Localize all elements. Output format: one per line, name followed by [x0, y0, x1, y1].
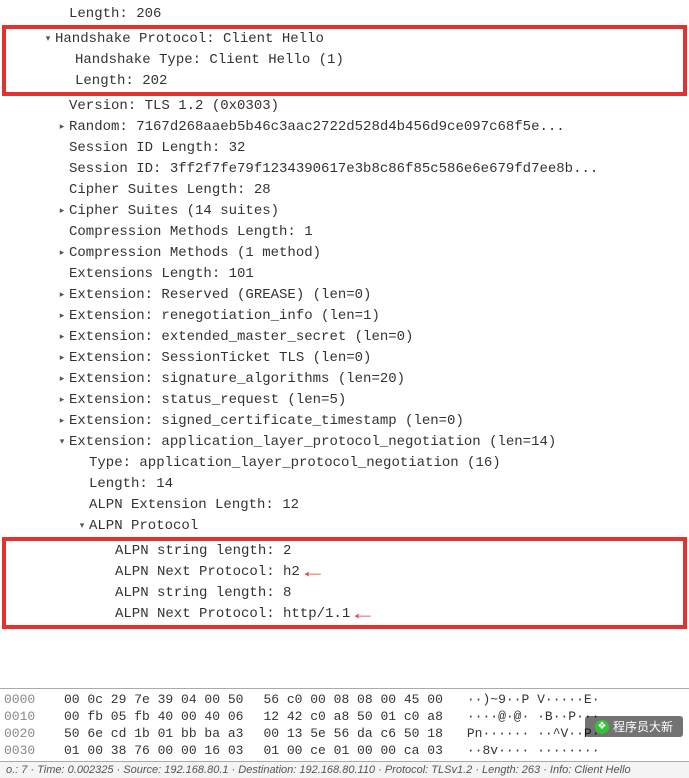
expand-icon[interactable]: ▸: [55, 327, 69, 348]
arrow-icon: ←: [296, 568, 321, 578]
hex-bytes: 01 00 38 76 00 00 16 03: [44, 742, 243, 759]
hex-ascii: ··)~9··P V·····E·: [443, 691, 600, 708]
expand-icon[interactable]: ▸: [55, 285, 69, 306]
alpn-length: ▸Length: 14: [0, 474, 689, 495]
hex-ascii: ····@·@· ·B··P···: [443, 708, 600, 725]
session-id: ▸Session ID: 3ff2f7fe79f1234390617e3b8c8…: [0, 159, 689, 180]
extension-sigalgs[interactable]: ▸Extension: signature_algorithms (len=20…: [0, 369, 689, 390]
hex-bytes: 56 c0 00 08 08 00 45 00: [243, 691, 442, 708]
extension-sct[interactable]: ▸Extension: signed_certificate_timestamp…: [0, 411, 689, 432]
handshake-length: ▸Length: 202: [6, 71, 683, 92]
expand-icon[interactable]: ▸: [55, 348, 69, 369]
extension-reneg[interactable]: ▸Extension: renegotiation_info (len=1): [0, 306, 689, 327]
extension-alpn[interactable]: ▾Extension: application_layer_protocol_n…: [0, 432, 689, 453]
extension-ems[interactable]: ▸Extension: extended_master_secret (len=…: [0, 327, 689, 348]
watermark: ❖ 程序员大新: [585, 716, 683, 737]
handshake-type: ▸Handshake Type: Client Hello (1): [6, 50, 683, 71]
hex-bytes: 12 42 c0 a8 50 01 c0 a8: [243, 708, 442, 725]
alpn-string-len-2: ▸ALPN string length: 8: [6, 583, 683, 604]
cipher-suites[interactable]: ▸Cipher Suites (14 suites): [0, 201, 689, 222]
hex-bytes: 50 6e cd 1b 01 bb ba a3: [44, 725, 243, 742]
hex-bytes: 00 0c 29 7e 39 04 00 50: [44, 691, 243, 708]
hex-offset: 0020: [0, 725, 44, 742]
hex-bytes: 00 13 5e 56 da c6 50 18: [243, 725, 442, 742]
expand-icon[interactable]: ▾: [75, 516, 89, 537]
version-field: ▸Version: TLS 1.2 (0x0303): [0, 96, 689, 117]
expand-icon[interactable]: ▸: [55, 117, 69, 138]
extensions-length: ▸Extensions Length: 101: [0, 264, 689, 285]
expand-icon[interactable]: ▸: [55, 369, 69, 390]
compression-methods[interactable]: ▸Compression Methods (1 method): [0, 243, 689, 264]
hex-row[interactable]: 000000 0c 29 7e 39 04 00 5056 c0 00 08 0…: [0, 691, 689, 708]
hex-offset: 0000: [0, 691, 44, 708]
hex-offset: 0030: [0, 742, 44, 759]
hex-offset: 0010: [0, 708, 44, 725]
session-id-length: ▸Session ID Length: 32: [0, 138, 689, 159]
arrow-icon: ←: [346, 610, 371, 620]
hex-ascii: ··8v···· ········: [443, 742, 600, 759]
alpn-ext-length: ▸ALPN Extension Length: 12: [0, 495, 689, 516]
highlight-box-alpn: ▸ALPN string length: 2 ▸ALPN Next Protoc…: [2, 537, 687, 629]
alpn-next-proto-http11: ▸ALPN Next Protocol: http/1.1←: [6, 604, 683, 625]
extension-session-ticket[interactable]: ▸Extension: SessionTicket TLS (len=0): [0, 348, 689, 369]
hex-ascii: Pn······ ··^V··P·: [443, 725, 600, 742]
extension-status-req[interactable]: ▸Extension: status_request (len=5): [0, 390, 689, 411]
expand-icon[interactable]: ▾: [41, 29, 55, 50]
hex-row[interactable]: 003001 00 38 76 00 00 16 0301 00 ce 01 0…: [0, 742, 689, 759]
alpn-protocol[interactable]: ▾ALPN Protocol: [0, 516, 689, 537]
alpn-type: ▸Type: application_layer_protocol_negoti…: [0, 453, 689, 474]
expand-icon[interactable]: ▸: [55, 243, 69, 264]
alpn-next-proto-h2: ▸ALPN Next Protocol: h2←: [6, 562, 683, 583]
highlight-box-handshake: ▾Handshake Protocol: Client Hello ▸Hands…: [2, 25, 687, 96]
hex-bytes: 00 fb 05 fb 40 00 40 06: [44, 708, 243, 725]
status-bar: o.: 7 · Time: 0.002325 · Source: 192.168…: [0, 761, 689, 778]
expand-icon[interactable]: ▸: [55, 306, 69, 327]
handshake-protocol[interactable]: ▾Handshake Protocol: Client Hello: [6, 29, 683, 50]
wechat-icon: ❖: [595, 720, 609, 734]
extension-grease[interactable]: ▸Extension: Reserved (GREASE) (len=0): [0, 285, 689, 306]
compression-methods-length: ▸Compression Methods Length: 1: [0, 222, 689, 243]
expand-icon[interactable]: ▾: [55, 432, 69, 453]
length-field: ▸Length: 206: [0, 4, 689, 25]
alpn-string-len-1: ▸ALPN string length: 2: [6, 541, 683, 562]
packet-details-tree[interactable]: ▸Length: 206 ▾Handshake Protocol: Client…: [0, 0, 689, 688]
random-field[interactable]: ▸Random: 7167d268aaeb5b46c3aac2722d528d4…: [0, 117, 689, 138]
cipher-suites-length: ▸Cipher Suites Length: 28: [0, 180, 689, 201]
expand-icon[interactable]: ▸: [55, 411, 69, 432]
hex-bytes: 01 00 ce 01 00 00 ca 03: [243, 742, 442, 759]
expand-icon[interactable]: ▸: [55, 390, 69, 411]
expand-icon[interactable]: ▸: [55, 201, 69, 222]
